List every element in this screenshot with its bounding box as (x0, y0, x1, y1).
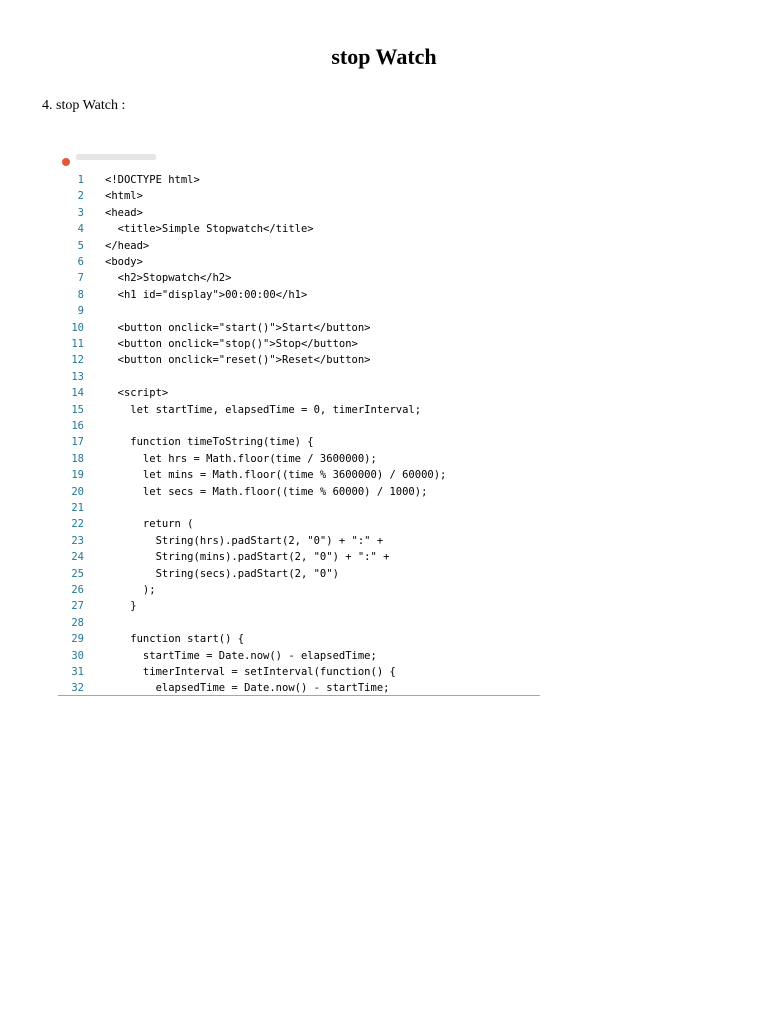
code-text: <h2>Stopwatch</h2> (105, 272, 232, 285)
code-line: 7 <h2>Stopwatch</h2> (58, 270, 540, 286)
line-number: 9 (77, 305, 84, 318)
code-text: <html> (105, 190, 143, 203)
code-text: </head> (105, 239, 150, 252)
line-number: 19 (71, 469, 84, 482)
line-number: 27 (71, 600, 84, 613)
code-text: function start() { (105, 633, 245, 646)
line-number: 25 (71, 567, 84, 580)
code-line: 32 elapsedTime = Date.now() - startTime; (58, 680, 540, 696)
code-text: let mins = Math.floor((time % 3600000) /… (105, 469, 447, 482)
line-number: 14 (71, 387, 84, 400)
code-line: 5 </head> (58, 238, 540, 254)
line-number: 18 (71, 452, 84, 465)
editor-tab-bar (58, 150, 540, 166)
section-heading: 4. stop Watch : (42, 98, 126, 113)
code-text: String(secs).padStart(2, "0") (105, 567, 339, 580)
code-text: <button onclick="reset()">Reset</button> (105, 354, 371, 367)
code-line: 25 String(secs).padStart(2, "0") (58, 566, 540, 582)
code-text: <h1 id="display">00:00:00</h1> (105, 288, 308, 301)
code-text: <body> (105, 256, 143, 268)
code-line: 12 <button onclick="reset()">Reset</butt… (58, 352, 540, 368)
code-screenshot: 1 <!DOCTYPE html> 2 <html> 3 <head> 4 <title>S… (58, 150, 540, 696)
code-text: <script> (105, 387, 169, 400)
code-text: <!DOCTYPE html> (105, 174, 200, 186)
line-number: 31 (71, 666, 84, 678)
code-line: 19 let mins = Math.floor((time % 3600000… (58, 467, 540, 483)
code-line: 4 <title>Simple Stopwatch</title> (58, 221, 540, 237)
line-number: 15 (71, 403, 84, 416)
code-text: String(mins).padStart(2, "0") + ":" + (105, 551, 390, 564)
code-text: function timeToString(time) { (105, 436, 314, 449)
line-number: 16 (71, 420, 84, 432)
code-line: 21 (58, 500, 540, 516)
code-line: 15 let startTime, elapsedTime = 0, timer… (58, 402, 540, 418)
line-number: 13 (71, 370, 84, 383)
line-number: 4 (77, 223, 84, 236)
line-number: 3 (77, 206, 84, 219)
line-number: 21 (71, 502, 84, 514)
code-line: 3 <head> (58, 205, 540, 221)
line-number: 22 (71, 518, 84, 531)
file-tab-icon (62, 158, 70, 166)
code-line: 1 <!DOCTYPE html> (58, 172, 540, 188)
code-text: <head> (105, 206, 143, 219)
line-number: 24 (71, 551, 84, 564)
line-number: 6 (77, 256, 84, 268)
line-number: 26 (71, 584, 84, 596)
line-number: 7 (77, 272, 84, 285)
line-number: 2 (77, 190, 84, 203)
line-number: 20 (71, 485, 84, 498)
code-line: 29 function start() { (58, 631, 540, 647)
code-line: 14 <script> (58, 385, 540, 401)
code-text: let hrs = Math.floor(time / 3600000); (105, 452, 377, 465)
line-number: 30 (71, 649, 84, 662)
code-line: 24 String(mins).padStart(2, "0") + ":" + (58, 549, 540, 565)
code-line: 23 String(hrs).padStart(2, "0") + ":" + (58, 533, 540, 549)
line-number: 28 (71, 616, 84, 629)
page-title: stop Watch (331, 44, 437, 69)
line-number: 10 (71, 321, 84, 334)
code-line: 13 (58, 369, 540, 385)
code-text: let secs = Math.floor((time % 60000) / 1… (105, 485, 428, 498)
code-line: 6 <body> (58, 254, 540, 270)
code-text: return ( (105, 518, 194, 531)
line-number: 17 (71, 436, 84, 449)
line-number: 23 (71, 534, 84, 547)
code-text: <button onclick="start()">Start</button> (105, 321, 371, 334)
code-line: 20 let secs = Math.floor((time % 60000) … (58, 484, 540, 500)
code-text: <button onclick="stop()">Stop</button> (105, 338, 358, 350)
code-text: } (105, 600, 137, 613)
code-line: 8 <h1 id="display">00:00:00</h1> (58, 287, 540, 303)
code-line: 27 } (58, 598, 540, 614)
code-line: 26 ); (58, 582, 540, 598)
code-text: elapsedTime = Date.now() - startTime; (105, 682, 390, 695)
code-line: 30 startTime = Date.now() - elapsedTime; (58, 648, 540, 664)
code-line: 2 <html> (58, 188, 540, 204)
line-number: 1 (77, 174, 84, 186)
screenshot-bottom-rule (58, 695, 540, 696)
line-number: 5 (77, 239, 84, 252)
code-text: ); (105, 584, 156, 596)
code-line: 16 (58, 418, 540, 434)
code-text: String(hrs).padStart(2, "0") + ":" + (105, 534, 384, 547)
code-text: let startTime, elapsedTime = 0, timerInt… (105, 403, 422, 416)
line-number: 11 (71, 338, 84, 350)
code-line: 10 <button onclick="start()">Start</butt… (58, 320, 540, 336)
code-line: 18 let hrs = Math.floor(time / 3600000); (58, 451, 540, 467)
code-text: <title>Simple Stopwatch</title> (105, 223, 314, 236)
code-text: startTime = Date.now() - elapsedTime; (105, 649, 377, 662)
code-line: 31 timerInterval = setInterval(function(… (58, 664, 540, 680)
line-number: 8 (77, 288, 84, 301)
code-line: 22 return ( (58, 516, 540, 532)
line-number: 12 (71, 354, 84, 367)
line-number: 29 (71, 633, 84, 646)
code-text: timerInterval = setInterval(function() { (105, 666, 396, 678)
code-line: 28 (58, 615, 540, 631)
code-line: 9 (58, 303, 540, 319)
code-line: 17 function timeToString(time) { (58, 434, 540, 450)
line-number: 32 (71, 682, 84, 695)
file-tab-label (76, 154, 156, 160)
code-line: 11 <button onclick="stop()">Stop</button… (58, 336, 540, 352)
